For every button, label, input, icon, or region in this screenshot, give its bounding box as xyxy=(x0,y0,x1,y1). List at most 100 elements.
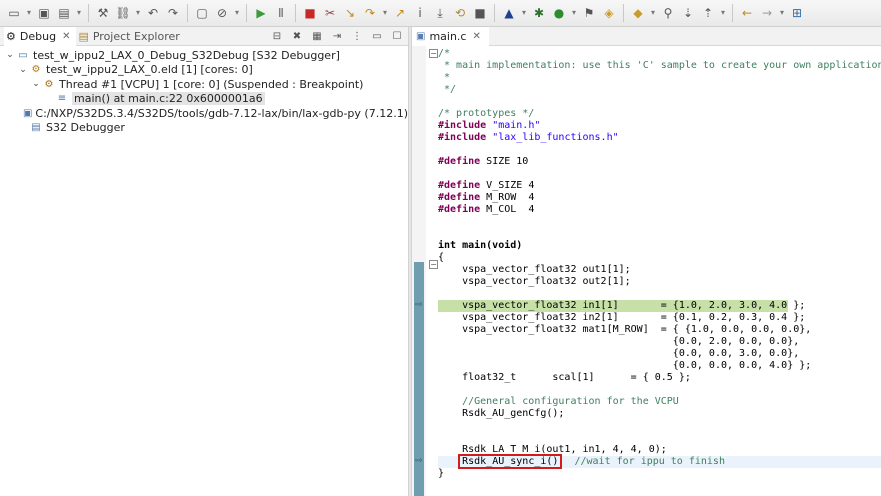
code-line[interactable]: /* xyxy=(438,48,881,60)
step-into-icon[interactable]: ↘ xyxy=(342,5,358,21)
code-line[interactable] xyxy=(438,168,881,180)
code-line[interactable]: * main implementation: use this 'C' samp… xyxy=(438,60,881,72)
open-type-icon[interactable]: ◈ xyxy=(601,5,617,21)
code-line[interactable] xyxy=(438,144,881,156)
code-line[interactable]: int main(void) xyxy=(438,240,881,252)
save-icon[interactable]: ▣ xyxy=(36,5,52,21)
expand-toggle-icon[interactable]: ⌄ xyxy=(4,50,16,60)
debug-tree-item[interactable]: ⌄ ⚙ Thread #1 [VCPU] 1 [core: 0] (Suspende… xyxy=(0,77,408,92)
remove-terminated-icon[interactable]: ✖ xyxy=(290,29,304,43)
code-line[interactable] xyxy=(438,216,881,228)
dropdown-arrow-icon[interactable]: ▾ xyxy=(233,5,241,21)
next-annotation-icon[interactable]: ⇣ xyxy=(680,5,696,21)
code-line[interactable]: /* prototypes */ xyxy=(438,108,881,120)
minimize-icon[interactable]: ▭ xyxy=(370,29,384,43)
console-icon[interactable]: ▢ xyxy=(194,5,210,21)
open-task-icon[interactable]: ◆ xyxy=(630,5,646,21)
skip-breakpoints-icon[interactable]: ⊘ xyxy=(214,5,230,21)
dropdown-arrow-icon[interactable]: ▾ xyxy=(649,5,657,21)
stop-icon[interactable]: ■ xyxy=(472,5,488,21)
code-line[interactable]: #define M_COL 4 xyxy=(438,204,881,216)
debug-tree-item[interactable]: ▤ S32 Debugger xyxy=(0,121,408,136)
step-over-icon[interactable]: ↷ xyxy=(362,5,378,21)
code-line[interactable]: } xyxy=(438,468,881,480)
code-line[interactable]: {0.0, 2.0, 0.0, 0.0}, xyxy=(438,336,881,348)
link-icon[interactable]: ⛓ xyxy=(115,5,131,21)
maximize-icon[interactable]: ☐ xyxy=(390,29,404,43)
undo-icon[interactable]: ↶ xyxy=(145,5,161,21)
build-icon[interactable]: ⚒ xyxy=(95,5,111,21)
code-line[interactable] xyxy=(438,228,881,240)
dropdown-arrow-icon[interactable]: ▾ xyxy=(25,5,33,21)
drop-to-frame-icon[interactable]: ⤓ xyxy=(432,5,448,21)
fold-collapse-icon[interactable]: − xyxy=(429,260,438,269)
code-line[interactable]: vspa_vector_float32 mat1[M_ROW] = { {1.0… xyxy=(438,324,881,336)
code-line[interactable]: * xyxy=(438,72,881,84)
code-line[interactable]: { xyxy=(438,252,881,264)
step-return-icon[interactable]: ↗ xyxy=(392,5,408,21)
search-icon[interactable]: ⚲ xyxy=(660,5,676,21)
view-menu-icon[interactable]: ⋮ xyxy=(350,29,364,43)
close-icon[interactable]: ✕ xyxy=(472,31,480,42)
step-filter-icon[interactable]: ⇥ xyxy=(330,29,344,43)
suspend-icon[interactable]: Ⅱ xyxy=(273,5,289,21)
code-line[interactable]: vspa_vector_float32 in2[1] = {0.1, 0.2, … xyxy=(438,312,881,324)
code-line[interactable]: Rsdk_AU_sync_i() //wait for ippu to fini… xyxy=(438,454,881,469)
dropdown-arrow-icon[interactable]: ▾ xyxy=(134,5,142,21)
debug-icon[interactable]: ✱ xyxy=(531,5,547,21)
expand-toggle-icon[interactable]: ⌄ xyxy=(17,65,29,75)
code-line[interactable]: vspa_vector_float32 out1[1]; xyxy=(438,264,881,276)
debug-tree-item[interactable]: ▣ C:/NXP/S32DS.3.4/S32DS/tools/gdb-7.12-l… xyxy=(0,106,408,121)
dropdown-arrow-icon[interactable]: ▾ xyxy=(719,5,727,21)
collapse-all-icon[interactable]: ⊟ xyxy=(270,29,284,43)
code-line[interactable] xyxy=(438,96,881,108)
code-line[interactable]: #include "main.h" xyxy=(438,120,881,132)
debug-tree-options-icon[interactable]: ▦ xyxy=(310,29,324,43)
dropdown-arrow-icon[interactable]: ▾ xyxy=(520,5,528,21)
code-line[interactable]: #define SIZE 10 xyxy=(438,156,881,168)
code-line[interactable] xyxy=(438,384,881,396)
terminate-icon[interactable]: ■ xyxy=(302,5,318,21)
debug-tree-item[interactable]: ⌄ ⚙ test_w_ippu2_LAX_0.eld [1] [cores: 0] xyxy=(0,63,408,78)
code-line[interactable]: {0.0, 0.0, 3.0, 0.0}, xyxy=(438,348,881,360)
new-icon[interactable]: ▭ xyxy=(6,5,22,21)
code-line[interactable]: #define M_ROW 4 xyxy=(438,192,881,204)
build-project-icon[interactable]: ▲ xyxy=(501,5,517,21)
dropdown-arrow-icon[interactable]: ▾ xyxy=(778,5,786,21)
close-icon[interactable]: ✕ xyxy=(62,31,70,42)
tab-main-c[interactable]: ▣ main.c ✕ xyxy=(412,26,489,46)
code-line[interactable]: float32_t scal[1] = { 0.5 }; xyxy=(438,372,881,384)
dropdown-arrow-icon[interactable]: ▾ xyxy=(75,5,83,21)
code-line[interactable]: #define V_SIZE 4 xyxy=(438,180,881,192)
code-line[interactable]: vspa_vector_float32 in1[1] = {1.0, 2.0, … xyxy=(438,300,805,312)
run-icon[interactable]: ● xyxy=(551,5,567,21)
dropdown-arrow-icon[interactable]: ▾ xyxy=(570,5,578,21)
instruction-step-icon[interactable]: i xyxy=(412,5,428,21)
code-area[interactable]: − − /* * main implementation: use this '… xyxy=(412,46,881,496)
resume-icon[interactable]: ▶ xyxy=(253,5,269,21)
code-line[interactable]: #include "lax_lib_functions.h" xyxy=(438,132,881,144)
open-perspective-icon[interactable]: ⊞ xyxy=(789,5,805,21)
code-line[interactable] xyxy=(438,420,881,432)
code-line[interactable]: vspa_vector_float32 out2[1]; xyxy=(438,276,881,288)
external-tools-icon[interactable]: ⚑ xyxy=(581,5,597,21)
disconnect-icon[interactable]: ✂ xyxy=(322,5,338,21)
code-line[interactable]: */ xyxy=(438,84,881,96)
run-last-icon[interactable]: ⟲ xyxy=(452,5,468,21)
dropdown-arrow-icon[interactable]: ▾ xyxy=(381,5,389,21)
fold-collapse-icon[interactable]: − xyxy=(429,49,438,58)
tab-project-explorer[interactable]: ▤ Project Explorer xyxy=(76,27,185,46)
redo-icon[interactable]: ↷ xyxy=(165,5,181,21)
expand-toggle-icon[interactable]: ⌄ xyxy=(30,79,42,89)
code-line[interactable] xyxy=(438,288,881,300)
forward-icon[interactable]: → xyxy=(759,5,775,21)
tab-debug[interactable]: ⚙ Debug ✕ xyxy=(4,26,77,46)
save-all-icon[interactable]: ▤ xyxy=(56,5,72,21)
code-line[interactable]: {0.0, 0.0, 0.0, 4.0} }; xyxy=(438,360,881,372)
code-line[interactable]: //General configuration for the VCPU xyxy=(438,396,881,408)
code-line[interactable] xyxy=(438,432,881,444)
previous-annotation-icon[interactable]: ⇡ xyxy=(700,5,716,21)
debug-tree-item[interactable]: ≡ main() at main.c:22 0x6000001a6 xyxy=(0,92,408,107)
debug-tree-item[interactable]: ⌄ ▭ test_w_ippu2_LAX_0_Debug_S32Debug [S32… xyxy=(0,48,408,63)
back-icon[interactable]: ← xyxy=(739,5,755,21)
